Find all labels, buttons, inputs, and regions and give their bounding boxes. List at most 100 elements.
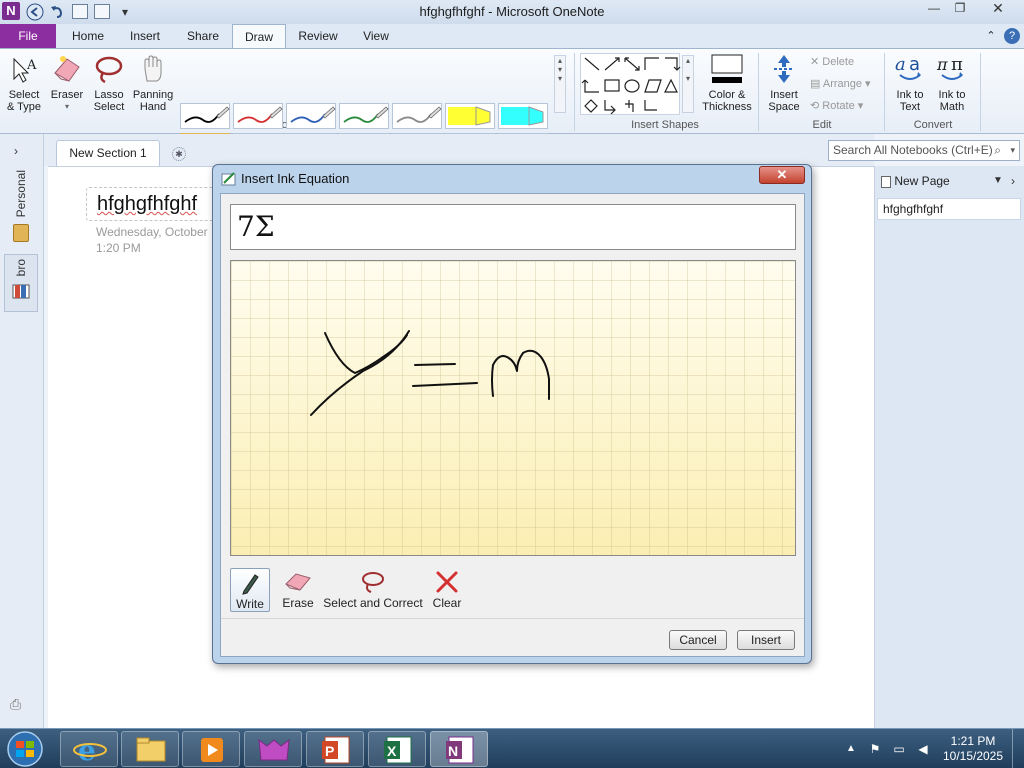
eraser-icon (285, 573, 311, 591)
lasso-select-button[interactable]: Lasso Select (90, 53, 128, 113)
powerpoint-icon: P (322, 736, 350, 764)
taskbar-app-purple[interactable] (244, 731, 302, 767)
insert-space-label: Insert Space (768, 89, 800, 113)
taskbar-onenote[interactable]: N (430, 731, 488, 767)
page-tabs-pane: New Page ▼ › hfghgfhfghf (874, 166, 1024, 728)
select-type-icon: A (13, 57, 37, 83)
taskbar-file-explorer[interactable] (121, 731, 179, 767)
notebook-bro-icon (12, 283, 30, 299)
taskbar-clock[interactable]: 1:21 PM 10/15/2025 (940, 734, 1006, 764)
tab-home[interactable]: Home (66, 24, 110, 48)
delete-label: Delete (822, 56, 855, 68)
rotate-button[interactable]: ⟲ Rotate ▾ (810, 99, 863, 112)
tab-share[interactable]: Share (180, 24, 226, 48)
rotate-label: Rotate (822, 100, 855, 112)
notebook-bro[interactable]: bro (4, 254, 38, 312)
clock-date: 10/15/2025 (942, 749, 1004, 763)
create-section-icon[interactable]: ✱ (172, 147, 186, 161)
tab-view[interactable]: View (354, 24, 398, 48)
pen-icon (290, 106, 336, 123)
pen-icon (396, 106, 442, 123)
tab-file[interactable]: File (0, 24, 56, 48)
page-list-item[interactable]: hfghgfhfghf (877, 198, 1021, 220)
lasso-select-label: Lasso Select (93, 89, 125, 113)
hand-icon (144, 55, 162, 82)
pen-swatch[interactable] (498, 103, 548, 129)
pen-swatch[interactable] (180, 103, 230, 129)
unfiled-notes-icon[interactable]: ⎙ (10, 696, 21, 713)
svg-text:π: π (951, 54, 963, 75)
maximize-button[interactable]: ❐ (948, 0, 972, 18)
folder-icon (136, 737, 166, 762)
ink-to-text-icon: aa (895, 54, 921, 80)
cancel-button[interactable]: Cancel (669, 630, 727, 650)
tab-insert[interactable]: Insert (122, 24, 168, 48)
arrange-button[interactable]: ▤ Arrange ▾ (810, 77, 871, 90)
network-icon[interactable]: ▭ (890, 729, 908, 768)
notebook-personal[interactable]: Personal (4, 170, 38, 243)
search-icon[interactable]: ⌕ (994, 141, 1001, 160)
show-desktop-button[interactable] (1012, 729, 1024, 768)
select-correct-tool-button[interactable]: Select and Correct (321, 568, 425, 612)
taskbar-powerpoint[interactable]: P (306, 731, 364, 767)
notebook-bro-label: bro (14, 259, 28, 277)
section-tab-new-section-1[interactable]: New Section 1 (56, 140, 160, 166)
start-button[interactable] (2, 730, 48, 768)
ink-writing-area[interactable] (230, 260, 796, 556)
pen-swatch[interactable] (233, 103, 283, 129)
volume-icon[interactable]: ◀ (914, 729, 932, 768)
show-hidden-icons[interactable]: ▲ (844, 729, 858, 768)
delete-icon: ✕ (810, 56, 820, 68)
pen-swatch[interactable] (392, 103, 442, 129)
pen-swatch[interactable] (339, 103, 389, 129)
delete-button[interactable]: ✕ Delete (810, 55, 854, 68)
erase-tool-button[interactable]: Erase (277, 568, 319, 612)
taskbar-media-player[interactable] (182, 731, 240, 767)
eraser-button[interactable]: Eraser ▾ (48, 53, 86, 113)
select-type-button[interactable]: A Select & Type (4, 53, 44, 113)
new-page-icon (881, 175, 891, 188)
page-time: 1:20 PM (96, 241, 141, 255)
collapse-ribbon-icon[interactable]: ⌃ (984, 24, 998, 48)
pen-swatch[interactable] (286, 103, 336, 129)
minimize-button[interactable]: — (922, 0, 946, 18)
insert-space-button[interactable]: Insert Space (764, 53, 804, 113)
equation-preview: 7Σ (230, 204, 796, 250)
pen-swatch[interactable] (445, 103, 495, 129)
close-button[interactable]: ✕ (978, 0, 1018, 18)
new-page-button[interactable]: New Page (881, 174, 950, 188)
pen-icon (184, 106, 230, 123)
page-title-text: hfghgfhfghf (97, 193, 198, 215)
taskbar-internet-explorer[interactable]: e (60, 731, 118, 767)
eraser-label: Eraser (50, 89, 84, 101)
clear-tool-button[interactable]: Clear (427, 568, 467, 612)
expand-nav-icon[interactable]: › (14, 144, 18, 158)
collapse-pane-icon[interactable]: › (1011, 174, 1015, 188)
pen-icon (237, 106, 283, 123)
eraser-icon (54, 56, 80, 82)
dialog-close-button[interactable]: ✕ (759, 166, 805, 184)
shapes-gallery-scroll[interactable]: ▴ ▾ (682, 55, 694, 113)
pen-gallery-scroll[interactable]: ▴ ▾ ▾ (554, 55, 566, 113)
media-player-icon (201, 738, 223, 762)
taskbar-excel[interactable]: X (368, 731, 426, 767)
panning-hand-button[interactable]: Panning Hand (131, 53, 175, 113)
new-page-dropdown-icon[interactable]: ▼ (993, 175, 1003, 186)
dialog-body: 7Σ Write Erase Select and Correct Clear … (220, 193, 805, 657)
highlighter-icon (448, 106, 491, 126)
tab-draw[interactable]: Draw (232, 24, 286, 49)
ink-to-text-button[interactable]: aa Ink to Text (890, 53, 930, 113)
shapes-gallery[interactable] (580, 53, 681, 115)
insert-button[interactable]: Insert (737, 630, 795, 650)
svg-text:a: a (895, 54, 906, 75)
help-icon[interactable]: ? (1004, 28, 1020, 44)
action-center-icon[interactable]: ⚑ (866, 729, 884, 768)
tab-review[interactable]: Review (292, 24, 344, 48)
write-tool-button[interactable]: Write (230, 568, 270, 612)
ink-to-math-button[interactable]: ππ Ink to Math (932, 53, 972, 113)
search-scope-dropdown[interactable]: ▾ (1010, 141, 1015, 160)
color-thickness-button[interactable]: Color & Thickness (700, 53, 754, 113)
search-input[interactable]: Search All Notebooks (Ctrl+E) ⌕ ▾ (828, 140, 1020, 161)
insert-space-icon (774, 55, 794, 83)
clear-tool-label: Clear (432, 596, 462, 610)
